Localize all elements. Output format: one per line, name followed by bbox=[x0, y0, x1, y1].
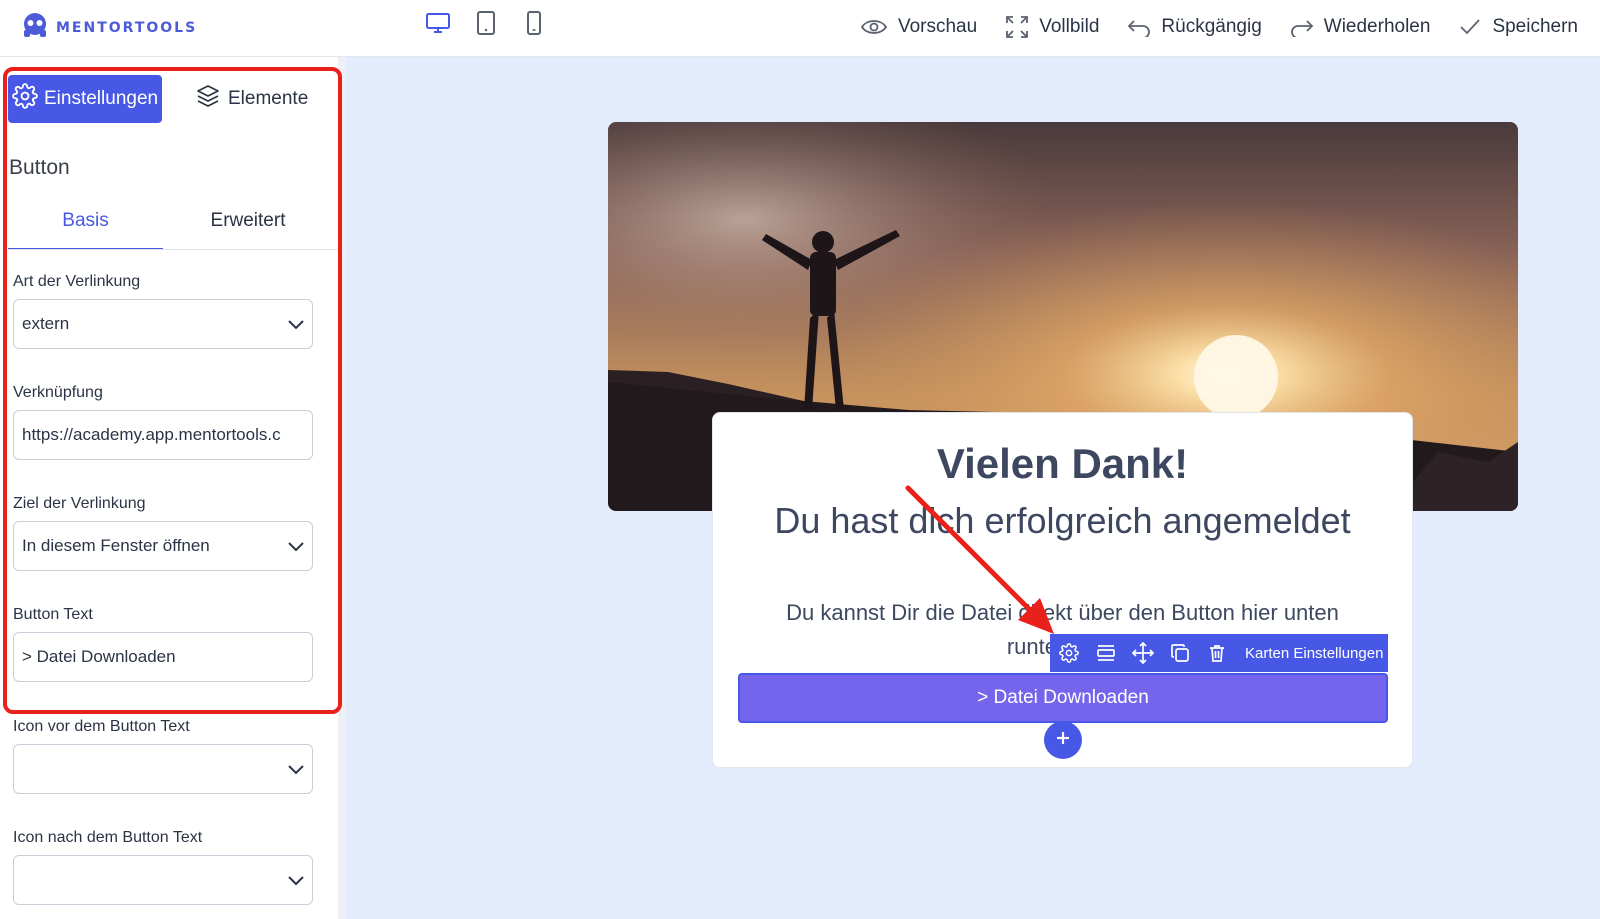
chevron-down-icon bbox=[286, 536, 306, 561]
gear-icon bbox=[12, 83, 38, 115]
button-text-input[interactable]: > Datei Downloaden bbox=[13, 632, 313, 682]
tablet-icon bbox=[475, 10, 497, 41]
top-bar: MENTORTOOLS Vorschau Vollbild Rückgängig… bbox=[0, 0, 1600, 57]
tab-elements-label: Elemente bbox=[228, 88, 309, 109]
link-value: https://academy.app.mentortools.c bbox=[22, 425, 281, 444]
layers-icon bbox=[196, 84, 220, 114]
tab-elements[interactable]: Elemente bbox=[196, 75, 308, 123]
link-type-label: Art der Verlinkung bbox=[13, 273, 141, 290]
element-toolbar: Karten Einstellungen bbox=[1050, 634, 1388, 672]
undo-icon bbox=[1127, 17, 1151, 37]
icon-after-select[interactable] bbox=[13, 855, 313, 905]
save-button[interactable]: Speichern bbox=[1458, 16, 1578, 38]
link-input[interactable]: https://academy.app.mentortools.c bbox=[13, 410, 313, 460]
redo-label: Wiederholen bbox=[1323, 16, 1431, 37]
download-button-label: > Datei Downloaden bbox=[977, 687, 1149, 708]
move-icon[interactable] bbox=[1132, 642, 1154, 664]
card-subtitle[interactable]: Du hast dich erfolgreich angemeldet bbox=[712, 500, 1413, 542]
desktop-view-button[interactable] bbox=[425, 12, 451, 38]
chevron-down-icon bbox=[286, 314, 306, 339]
fullscreen-label: Vollbild bbox=[1039, 16, 1100, 37]
button-text-value: > Datei Downloaden bbox=[22, 647, 176, 666]
mobile-icon bbox=[525, 10, 543, 41]
card-title[interactable]: Vielen Dank! bbox=[712, 440, 1413, 488]
link-type-select[interactable]: extern bbox=[13, 299, 313, 349]
subtab-advanced[interactable]: Erweitert bbox=[163, 210, 333, 250]
undo-button[interactable]: Rückgängig bbox=[1127, 16, 1262, 38]
align-icon[interactable] bbox=[1095, 642, 1117, 664]
target-label: Ziel der Verlinkung bbox=[13, 495, 146, 512]
preview-label: Vorschau bbox=[897, 16, 978, 37]
trash-icon[interactable] bbox=[1206, 642, 1228, 664]
section-title: Button bbox=[9, 156, 70, 179]
redo-icon bbox=[1290, 17, 1314, 37]
sidebar-scrollbar[interactable] bbox=[338, 57, 346, 919]
save-label: Speichern bbox=[1492, 16, 1578, 37]
chevron-down-icon bbox=[286, 870, 306, 895]
target-value: In diesem Fenster öffnen bbox=[22, 536, 210, 555]
tab-settings-label: Einstellungen bbox=[44, 88, 159, 109]
chevron-down-icon bbox=[286, 759, 306, 784]
redo-button[interactable]: Wiederholen bbox=[1290, 16, 1431, 38]
undo-label: Rückgängig bbox=[1161, 16, 1262, 37]
eye-icon bbox=[860, 17, 888, 37]
subtab-basic[interactable]: Basis bbox=[8, 210, 163, 250]
target-select[interactable]: In diesem Fenster öffnen bbox=[13, 521, 313, 571]
logo[interactable]: MENTORTOOLS bbox=[20, 11, 197, 44]
fullscreen-button[interactable]: Vollbild bbox=[1005, 15, 1099, 39]
mobile-view-button[interactable] bbox=[521, 10, 547, 41]
subtab-divider bbox=[8, 249, 338, 250]
link-label: Verknüpfung bbox=[13, 384, 103, 401]
icon-after-label: Icon nach dem Button Text bbox=[13, 829, 203, 846]
tab-settings[interactable]: Einstellungen bbox=[8, 75, 162, 123]
gear-icon[interactable] bbox=[1058, 642, 1080, 664]
logo-text: MENTORTOOLS bbox=[56, 19, 198, 36]
button-text-label: Button Text bbox=[13, 606, 93, 623]
tablet-view-button[interactable] bbox=[473, 10, 499, 41]
check-icon bbox=[1458, 17, 1482, 37]
expand-icon bbox=[1005, 15, 1029, 39]
card-settings-button[interactable]: Karten Einstellungen bbox=[1245, 645, 1383, 662]
logo-icon bbox=[20, 11, 50, 44]
desktop-icon bbox=[425, 11, 451, 40]
preview-button[interactable]: Vorschau bbox=[860, 16, 977, 38]
plus-icon bbox=[1055, 730, 1071, 751]
device-switcher bbox=[425, 10, 547, 41]
add-element-button[interactable] bbox=[1044, 721, 1082, 759]
header-actions: Vorschau Vollbild Rückgängig Wiederholen… bbox=[860, 12, 1578, 42]
link-type-value: extern bbox=[22, 314, 70, 333]
download-button[interactable]: > Datei Downloaden bbox=[738, 673, 1388, 723]
duplicate-icon[interactable] bbox=[1169, 642, 1191, 664]
icon-before-select[interactable] bbox=[13, 744, 313, 794]
icon-before-label: Icon vor dem Button Text bbox=[13, 718, 190, 735]
